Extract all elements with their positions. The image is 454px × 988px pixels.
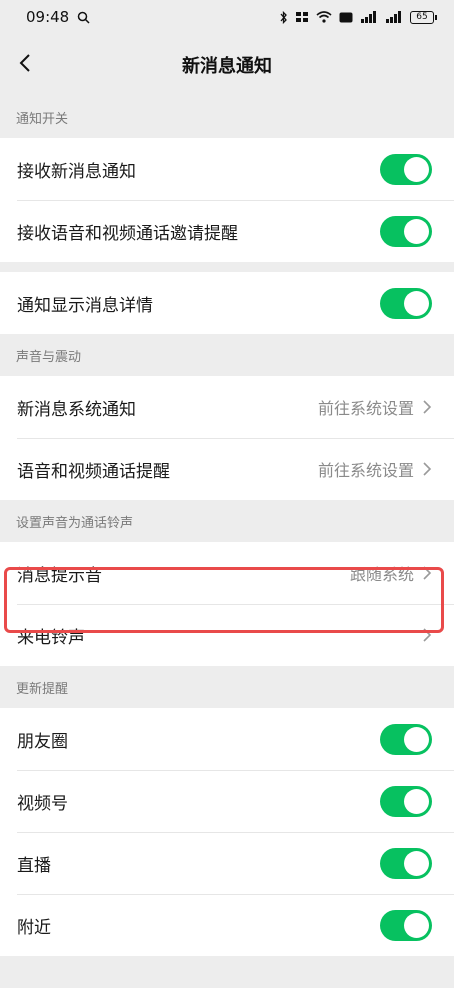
row-label: 接收语音和视频通话邀请提醒 <box>17 223 238 244</box>
row-label: 直播 <box>17 855 51 876</box>
group-updates: 朋友圈 视频号 直播 附近 <box>0 708 454 956</box>
row-new-message-system-notify[interactable]: 新消息系统通知 前往系统设置 <box>0 376 454 438</box>
chevron-right-icon <box>422 399 432 415</box>
section-header-notify-switch: 通知开关 <box>16 111 69 127</box>
row-receive-new-message: 接收新消息通知 <box>0 138 454 200</box>
wifi-icon <box>316 11 332 23</box>
row-label: 附近 <box>17 917 51 938</box>
group-notify-switch: 接收新消息通知 接收语音和视频通话邀请提醒 <box>0 138 454 262</box>
bluetooth-icon <box>280 10 288 24</box>
row-moments: 朋友圈 <box>0 708 454 770</box>
row-message-tone[interactable]: 消息提示音 跟随系统 <box>0 542 454 604</box>
row-label: 消息提示音 <box>17 565 102 586</box>
status-time: 09:48 <box>26 8 70 26</box>
section-header-ringtone: 设置声音为通话铃声 <box>16 515 134 531</box>
group-show-details: 通知显示消息详情 <box>0 272 454 334</box>
group-sound-vibration: 新消息系统通知 前往系统设置 语音和视频通话提醒 前往系统设置 <box>0 376 454 500</box>
page-title: 新消息通知 <box>182 56 272 77</box>
chevron-right-icon <box>422 627 432 643</box>
toggle-knob <box>404 788 429 814</box>
toggle-knob <box>404 156 429 182</box>
section-header-sound-vibration: 声音与震动 <box>16 349 82 365</box>
toggle-knob <box>404 726 429 752</box>
toggle-moments[interactable] <box>380 723 432 755</box>
group-ringtone: 消息提示音 跟随系统 来电铃声 <box>0 542 454 666</box>
toggle-knob <box>404 218 429 244</box>
row-label: 来电铃声 <box>17 627 85 648</box>
row-label: 新消息系统通知 <box>17 399 136 420</box>
row-label: 朋友圈 <box>17 731 68 752</box>
row-label: 通知显示消息详情 <box>17 295 153 316</box>
row-label: 语音和视频通话提醒 <box>17 461 170 482</box>
row-call-remind[interactable]: 语音和视频通话提醒 前往系统设置 <box>0 438 454 500</box>
row-channels: 视频号 <box>0 770 454 832</box>
row-live: 直播 <box>0 832 454 894</box>
toggle-receive-new-message[interactable] <box>380 153 432 185</box>
hd-icon <box>339 12 353 23</box>
toggle-knob <box>404 290 429 316</box>
toggle-receive-call-invite[interactable] <box>380 215 432 247</box>
row-receive-call-invite: 接收语音和视频通话邀请提醒 <box>0 200 454 262</box>
chevron-left-icon <box>19 53 31 77</box>
toggle-channels[interactable] <box>380 785 432 817</box>
toggle-knob <box>404 912 429 938</box>
toggle-nearby[interactable] <box>380 909 432 941</box>
row-value: 前往系统设置 <box>317 399 414 418</box>
row-label: 接收新消息通知 <box>17 161 136 182</box>
signal-icon-2 <box>385 11 403 23</box>
toggle-live[interactable] <box>380 847 432 879</box>
group-gap <box>0 262 454 272</box>
row-label: 视频号 <box>17 793 68 814</box>
chevron-right-icon <box>422 565 432 581</box>
row-value: 前往系统设置 <box>317 461 414 480</box>
signal-icon <box>360 11 378 23</box>
row-value: 跟随系统 <box>349 565 414 584</box>
row-call-ringtone[interactable]: 来电铃声 <box>0 604 454 666</box>
toggle-knob <box>404 850 429 876</box>
section-header-updates: 更新提醒 <box>16 681 69 697</box>
data-speed-icon <box>295 11 309 24</box>
back-button[interactable] <box>10 48 40 82</box>
status-bar: 09:48 65 <box>0 0 454 34</box>
chevron-right-icon <box>422 461 432 477</box>
row-nearby: 附近 <box>0 894 454 956</box>
row-show-details: 通知显示消息详情 <box>0 272 454 334</box>
search-icon <box>77 11 90 24</box>
toggle-show-details[interactable] <box>380 287 432 319</box>
nav-bar: 新消息通知 <box>0 34 454 96</box>
battery-icon: 65 <box>410 10 437 24</box>
